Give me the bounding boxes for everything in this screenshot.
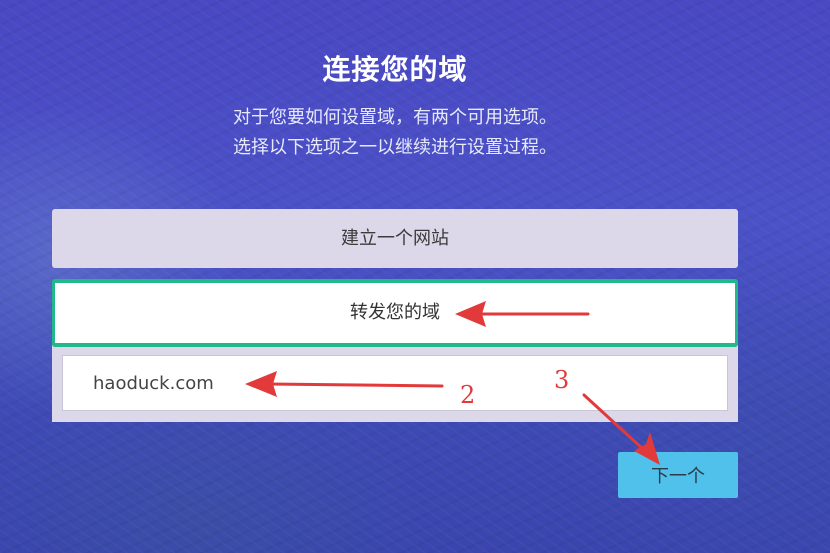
annotation-number-3: 3 — [554, 366, 570, 394]
build-website-option[interactable]: 建立一个网站 — [52, 209, 738, 268]
forward-domain-input[interactable] — [62, 355, 728, 411]
annotation-number-2: 2 — [460, 381, 476, 409]
page-title: 连接您的域 — [322, 53, 468, 86]
forward-domain-panel — [52, 345, 738, 422]
next-button[interactable]: 下一个 — [618, 452, 738, 498]
build-website-option-label: 建立一个网站 — [341, 228, 449, 249]
page-subtitle-line1: 对于您要如何设置域，有两个可用选项。 — [233, 107, 557, 128]
page-subtitle-line2: 选择以下选项之一以继续进行设置过程。 — [233, 137, 557, 158]
forward-domain-option-label: 转发您的域 — [350, 302, 440, 323]
forward-domain-option[interactable]: 转发您的域 — [52, 279, 738, 347]
